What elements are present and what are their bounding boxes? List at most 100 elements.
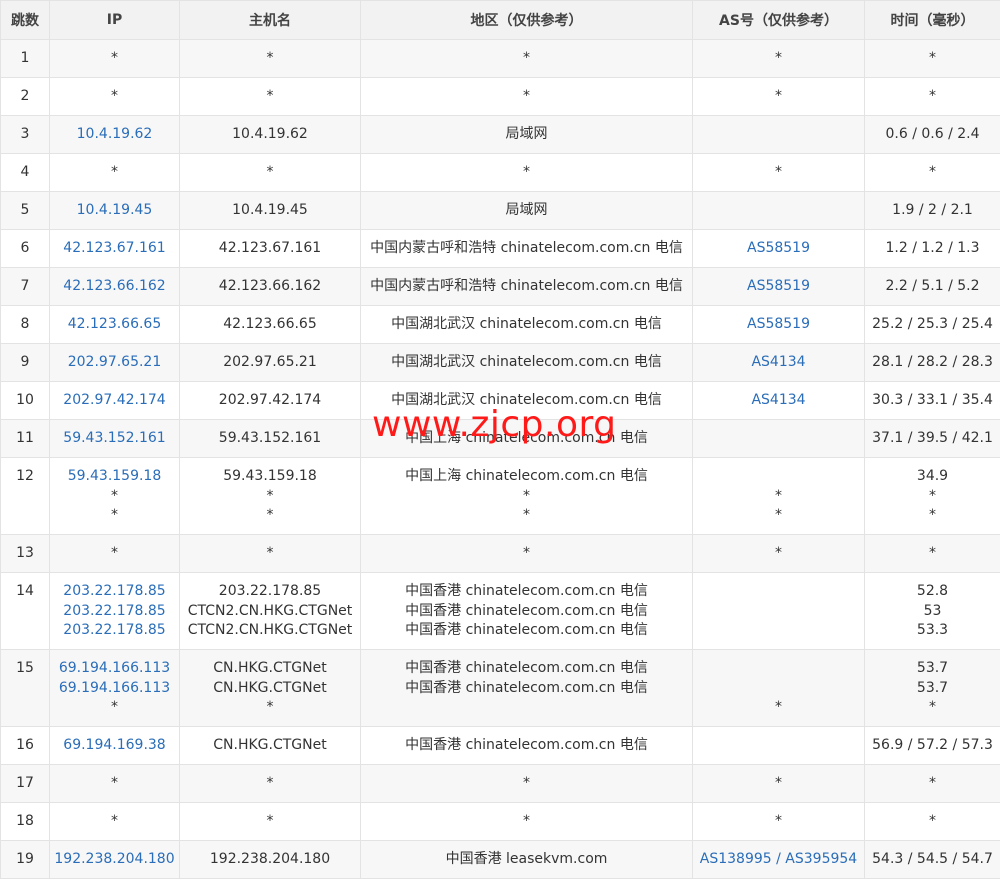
col-ip: IP (50, 1, 180, 40)
region-text: 中国香港 chinatelecom.com.cn 电信 (362, 621, 691, 641)
asn-link[interactable]: AS4134 (694, 391, 863, 411)
ip-cell: 42.123.67.161 (50, 230, 180, 268)
region-text: * (362, 487, 691, 507)
ip-link[interactable]: 69.194.166.113 (51, 659, 178, 679)
ip-link[interactable]: 10.4.19.62 (51, 125, 178, 145)
ip-link[interactable]: 59.43.159.18 (51, 467, 178, 487)
time-text: 53.7 (866, 679, 999, 699)
hostname-text: * (181, 698, 359, 718)
asn-link-group[interactable]: AS138995 / AS395954 (694, 850, 863, 870)
ip-link: * (51, 698, 178, 718)
col-time: 时间（毫秒） (865, 1, 1000, 40)
asn-cell: * (693, 78, 865, 116)
hop-cell: 4 (1, 154, 50, 192)
hop-cell: 3 (1, 116, 50, 154)
ip-link[interactable]: 202.97.65.21 (51, 353, 178, 373)
ip-link[interactable]: 42.123.67.161 (51, 239, 178, 259)
hostname-cell: CN.HKG.CTGNet (180, 727, 361, 765)
hostname-text: 42.123.66.65 (181, 315, 359, 335)
time-cell: * (865, 535, 1000, 573)
time-cell: 2.2 / 5.1 / 5.2 (865, 268, 1000, 306)
region-text: 中国湖北武汉 chinatelecom.com.cn 电信 (362, 315, 691, 335)
ip-link[interactable]: 202.97.42.174 (51, 391, 178, 411)
asn-cell (693, 116, 865, 154)
hostname-text: CN.HKG.CTGNet (181, 679, 359, 699)
region-text: 中国上海 chinatelecom.com.cn 电信 (362, 467, 691, 487)
ip-link[interactable]: 69.194.169.38 (51, 736, 178, 756)
time-text: * (866, 506, 999, 526)
asn-link[interactable]: AS58519 (694, 315, 863, 335)
hop-number: 15 (16, 660, 34, 676)
hop-cell: 2 (1, 78, 50, 116)
region-cell: 中国香港 chinatelecom.com.cn 电信 (361, 727, 693, 765)
ip-link[interactable]: 203.22.178.85 (51, 582, 178, 602)
table-row: 16 69.194.169.38CN.HKG.CTGNet中国香港 chinate… (1, 727, 1000, 765)
hostname-text: * (181, 49, 359, 69)
ip-cell: 69.194.169.38 (50, 727, 180, 765)
hop-number: 11 (16, 430, 34, 446)
time-cell: * (865, 154, 1000, 192)
ip-link[interactable]: 192.238.204.180 (51, 850, 178, 870)
time-cell: 56.9 / 57.2 / 57.3 (865, 727, 1000, 765)
asn-cell: * (693, 765, 865, 803)
asn-text (694, 582, 863, 602)
time-cell: * (865, 765, 1000, 803)
time-text: * (866, 87, 999, 107)
ip-link[interactable]: 42.123.66.65 (51, 315, 178, 335)
asn-cell (693, 192, 865, 230)
ip-cell: * (50, 78, 180, 116)
hostname-text: * (181, 774, 359, 794)
region-text: 中国内蒙古呼和浩特 chinatelecom.com.cn 电信 (362, 277, 691, 297)
region-text: 中国上海 chinatelecom.com.cn 电信 (362, 429, 691, 449)
ip-link[interactable]: 10.4.19.45 (51, 201, 178, 221)
hop-number: 13 (16, 545, 34, 561)
hostname-text: 10.4.19.45 (181, 201, 359, 221)
asn-text: * (694, 163, 863, 183)
hop-cell: 9 (1, 344, 50, 382)
ip-link[interactable]: 69.194.166.113 (51, 679, 178, 699)
hostname-text: CN.HKG.CTGNet (181, 659, 359, 679)
hostname-text: 59.43.152.161 (181, 429, 359, 449)
hostname-text: * (181, 506, 359, 526)
asn-link[interactable]: AS58519 (694, 239, 863, 259)
hop-cell: 19 (1, 841, 50, 879)
time-cell: * (865, 803, 1000, 841)
asn-link[interactable]: AS4134 (694, 353, 863, 373)
table-row: 2***** (1, 78, 1000, 116)
time-text: 28.1 / 28.2 / 28.3 (866, 353, 999, 373)
region-cell: 局域网 (361, 116, 693, 154)
asn-link[interactable]: AS58519 (694, 277, 863, 297)
ip-link[interactable]: 203.22.178.85 (51, 602, 178, 622)
ip-link[interactable]: 42.123.66.162 (51, 277, 178, 297)
hostname-cell: * (180, 78, 361, 116)
hostname-cell: * (180, 40, 361, 78)
hop-cell: 17 (1, 765, 50, 803)
hostname-cell: CN.HKG.CTGNetCN.HKG.CTGNet* (180, 650, 361, 727)
region-cell: 中国上海 chinatelecom.com.cn 电信 (361, 420, 693, 458)
time-text: 53 (866, 602, 999, 622)
ip-cell: * (50, 40, 180, 78)
region-text: 中国香港 chinatelecom.com.cn 电信 (362, 679, 691, 699)
asn-text: * (694, 774, 863, 794)
hostname-text: CTCN2.CN.HKG.CTGNet (181, 621, 359, 641)
hop-number: 14 (16, 583, 34, 599)
region-cell: 中国香港 chinatelecom.com.cn 电信中国香港 chinatel… (361, 573, 693, 650)
time-text: 56.9 / 57.2 / 57.3 (866, 736, 999, 756)
region-text: 中国香港 chinatelecom.com.cn 电信 (362, 582, 691, 602)
ip-link[interactable]: 203.22.178.85 (51, 621, 178, 641)
hop-cell: 6 (1, 230, 50, 268)
hop-cell: 12 (1, 458, 50, 535)
hop-cell: 1 (1, 40, 50, 78)
hop-number: 16 (16, 737, 34, 753)
region-text: * (362, 49, 691, 69)
ip-link[interactable]: 59.43.152.161 (51, 429, 178, 449)
region-text: 局域网 (362, 201, 691, 221)
asn-text (694, 659, 863, 679)
traceroute-table: 跳数 IP 主机名 地区（仅供参考） AS号（仅供参考） 时间（毫秒） 1***… (0, 0, 1000, 879)
ip-cell: 192.238.204.180 (50, 841, 180, 879)
hop-cell: 18 (1, 803, 50, 841)
region-cell: * (361, 765, 693, 803)
asn-text: * (694, 812, 863, 832)
time-text: 1.2 / 1.2 / 1.3 (866, 239, 999, 259)
asn-text: * (694, 506, 863, 526)
